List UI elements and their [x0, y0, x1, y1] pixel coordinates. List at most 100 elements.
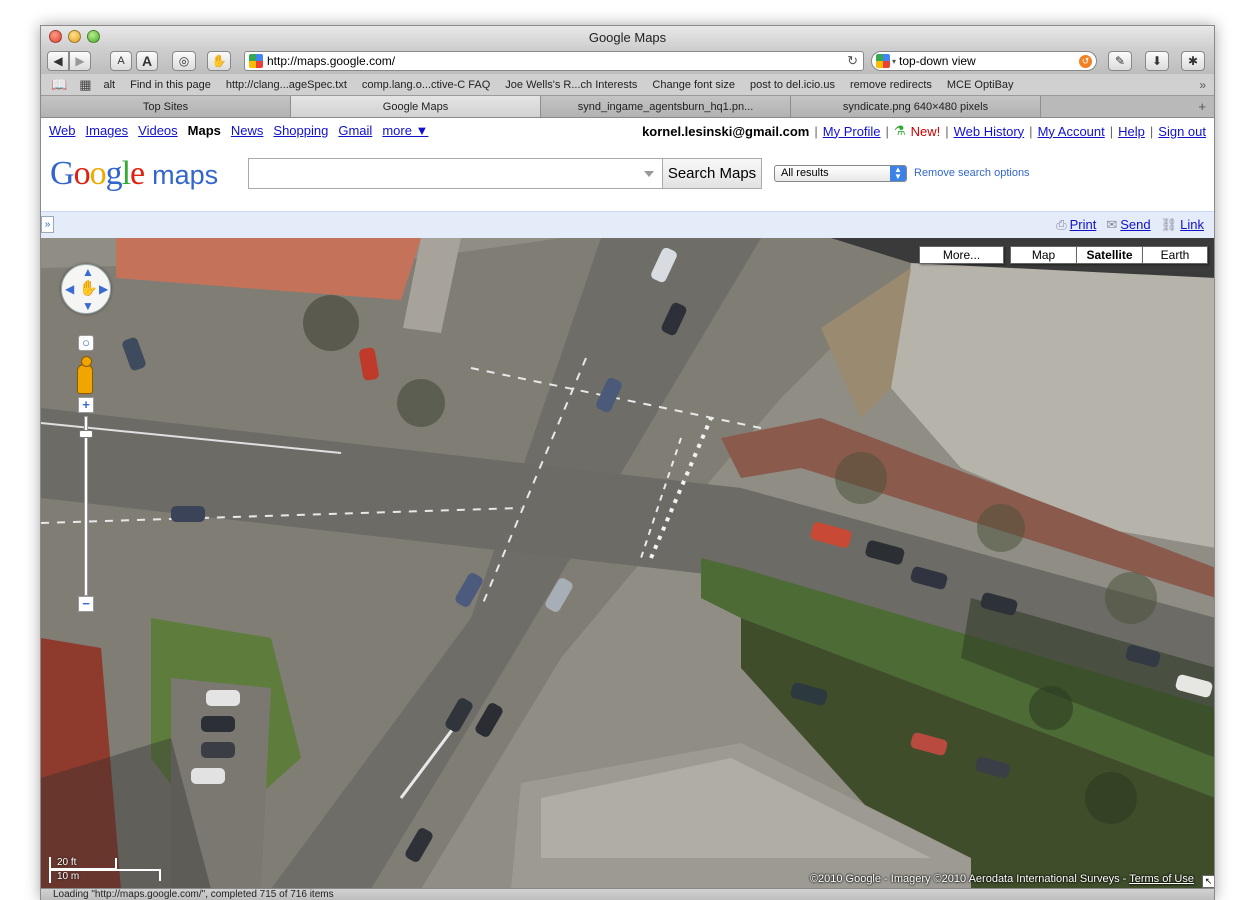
gbar-link-maps: Maps [187, 123, 221, 138]
logo-letter: e [130, 155, 145, 192]
scale-metric: 10 m [49, 869, 161, 883]
bookmark-item[interactable]: Change font size [652, 79, 735, 91]
print-action[interactable]: ⎙ Print [1056, 217, 1096, 233]
toolbar-search-query: top-down view [899, 54, 976, 68]
send-action[interactable]: ✉ Send [1106, 217, 1150, 233]
pan-down-icon[interactable]: ▼ [82, 299, 94, 313]
map-type-earth-button[interactable]: Earth [1142, 246, 1208, 264]
separator: | [1109, 123, 1114, 139]
map-type-group: Map Satellite Earth [1010, 246, 1208, 264]
map-actions: ⎙ Print ✉ Send ⛓ Link [1056, 217, 1204, 233]
forward-arrow-icon: ▶ [75, 54, 85, 68]
maps-masthead: Google maps Search Maps All results ▲ ▼ Re… [41, 143, 1214, 211]
street-view-circle-icon[interactable]: ○ [78, 335, 94, 351]
bookmark-item[interactable]: MCE OptiBay [947, 79, 1014, 91]
results-filter-value: All results [781, 167, 829, 179]
gbar-link-images[interactable]: Images [86, 123, 129, 138]
my-profile-link[interactable]: My Profile [823, 124, 881, 139]
tab-synd-ingame[interactable]: synd_ingame_agentsburn_hq1.pn... [541, 96, 791, 117]
back-arrow-icon: ◀ [53, 54, 63, 68]
search-go-icon[interactable]: ↺ [1079, 55, 1092, 68]
separator: | [885, 123, 889, 139]
map-type-controls: More... Map Satellite Earth [919, 246, 1208, 264]
window-title: Google Maps [588, 30, 667, 45]
zoom-in-button[interactable]: + [78, 397, 94, 413]
new-badge[interactable]: New! [911, 124, 941, 139]
sign-out-link[interactable]: Sign out [1158, 124, 1206, 139]
open-in-button[interactable]: ◎ [172, 51, 196, 71]
adblock-button[interactable]: ✋ [207, 51, 231, 71]
user-email: kornel.lesinski@gmail.com [642, 123, 810, 139]
pan-left-icon[interactable]: ◀ [65, 282, 74, 296]
gbar-link-videos[interactable]: Videos [138, 123, 178, 138]
text-larger-button[interactable]: A [136, 51, 158, 71]
zoom-out-button[interactable]: − [78, 596, 94, 612]
separator: | [945, 123, 949, 139]
tab-syndicate-png[interactable]: syndicate.png 640×480 pixels [791, 96, 1041, 117]
downloads-button[interactable]: ⬇ [1145, 51, 1169, 71]
compass-icon: ◎ [178, 54, 190, 68]
resize-map-icon[interactable]: ↖ [1202, 875, 1214, 888]
pegman-icon[interactable] [77, 356, 93, 394]
account-links: kornel.lesinski@gmail.com | My Profile |… [642, 123, 1206, 139]
search-engine-dropdown-icon[interactable]: ▾ [892, 57, 896, 66]
gbar-link-news[interactable]: News [231, 123, 264, 138]
new-tab-icon[interactable]: + [1198, 99, 1206, 114]
gbar-link-more[interactable]: more ▼ [382, 123, 428, 138]
browser-toolbar: ◀ ▶ A A ◎ ✋ http://maps.google.com/ ↻ ▾ … [41, 48, 1214, 74]
download-icon: ⬇ [1151, 54, 1163, 68]
bookmark-item[interactable]: comp.lang.o...ctive-C FAQ [362, 79, 490, 91]
back-button[interactable]: ◀ [47, 51, 69, 71]
zoom-slider-handle[interactable] [79, 430, 93, 438]
address-bar[interactable]: http://maps.google.com/ ↻ [244, 51, 864, 71]
satellite-map-view[interactable]: More... Map Satellite Earth ▲ ▼ ◀ ▶ ✋ ○ … [41, 238, 1214, 889]
bookmarks-book-icon[interactable]: 📖 [51, 77, 67, 93]
bookmark-item[interactable]: remove redirects [850, 79, 932, 91]
google-maps-logo[interactable]: Google maps [50, 155, 218, 193]
debug-button[interactable]: ✱ [1181, 51, 1205, 71]
text-smaller-button[interactable]: A [110, 51, 132, 71]
collapse-panel-button[interactable]: » [41, 216, 54, 233]
bookmark-item[interactable]: Find in this page [130, 79, 211, 91]
logo-letter: o [89, 155, 107, 192]
pan-control[interactable]: ▲ ▼ ◀ ▶ ✋ [61, 264, 111, 314]
logo-letter: g [105, 155, 123, 192]
pan-right-icon[interactable]: ▶ [99, 282, 108, 296]
map-type-satellite-button[interactable]: Satellite [1076, 246, 1142, 264]
forward-button[interactable]: ▶ [69, 51, 91, 71]
pan-up-icon[interactable]: ▲ [82, 265, 94, 279]
terms-of-use-link[interactable]: Terms of Use [1129, 873, 1194, 885]
logo-letter: o [73, 155, 91, 192]
zoom-slider-rail[interactable] [84, 416, 88, 596]
remove-search-options-link[interactable]: Remove search options [914, 167, 1030, 179]
bookmark-item[interactable]: post to del.icio.us [750, 79, 835, 91]
search-maps-button[interactable]: Search Maps [662, 158, 762, 189]
select-arrows-icon: ▲ ▼ [890, 166, 906, 181]
help-link[interactable]: Help [1118, 124, 1145, 139]
tab-google-maps[interactable]: Google Maps [291, 96, 541, 117]
map-type-map-button[interactable]: Map [1010, 246, 1076, 264]
logo-letter: l [121, 155, 132, 192]
envelope-icon: ✉ [1106, 217, 1118, 232]
tab-top-sites[interactable]: Top Sites [41, 96, 291, 117]
link-action[interactable]: ⛓ Link [1161, 217, 1204, 233]
maps-search-input[interactable] [248, 158, 662, 189]
send-label: Send [1120, 217, 1151, 232]
edit-button[interactable]: ✎ [1108, 51, 1132, 71]
reload-icon[interactable]: ↻ [847, 53, 858, 69]
bookmark-item[interactable]: http://clang...ageSpec.txt [226, 79, 347, 91]
gbar-link-gmail[interactable]: Gmail [338, 123, 372, 138]
top-sites-grid-icon[interactable]: ▦ [79, 77, 91, 93]
my-account-link[interactable]: My Account [1038, 124, 1105, 139]
results-filter-select[interactable]: All results ▲ ▼ [774, 165, 907, 182]
bookmark-item[interactable]: Joe Wells's R...ch Interests [505, 79, 637, 91]
search-history-dropdown-icon[interactable] [644, 171, 654, 177]
gbar-link-web[interactable]: Web [49, 123, 76, 138]
toolbar-search-field[interactable]: ▾ top-down view ↺ [871, 51, 1097, 71]
address-bar-url: http://maps.google.com/ [267, 54, 396, 68]
map-type-more-button[interactable]: More... [919, 246, 1004, 264]
bookmarks-overflow-icon[interactable]: » [1199, 78, 1206, 92]
web-history-link[interactable]: Web History [954, 124, 1025, 139]
gbar-link-shopping[interactable]: Shopping [273, 123, 328, 138]
bookmark-item[interactable]: alt [103, 79, 115, 91]
